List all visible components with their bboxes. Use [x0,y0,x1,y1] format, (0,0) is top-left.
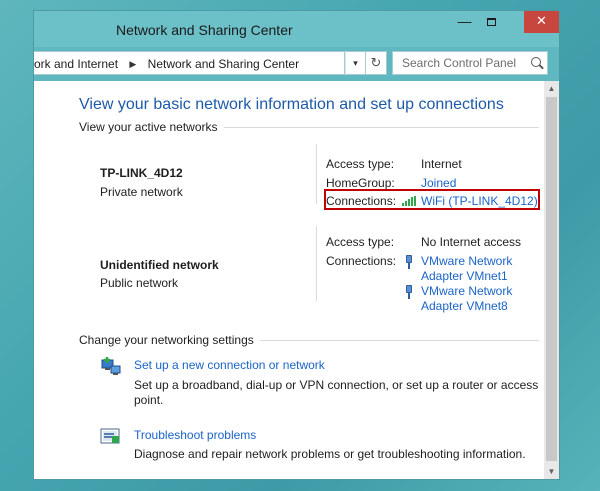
connections-label: Connections: [326,254,397,268]
troubleshoot-icon [100,427,122,447]
ethernet-adapter-icon [405,255,413,269]
refresh-button[interactable]: ↻ [366,51,387,75]
scroll-thumb[interactable] [546,97,557,461]
vertical-scrollbar[interactable]: ▲ ▼ [544,81,559,479]
title-bar[interactable]: Network and Sharing Center — ✕ [34,11,559,47]
breadcrumb-separator-icon[interactable]: ▶ [129,59,136,69]
homegroup-label: HomeGroup: [326,176,395,190]
breadcrumb[interactable]: ork and Internet ▶ Network and Sharing C… [34,51,345,75]
breadcrumb-network-sharing-center[interactable]: Network and Sharing Center [148,57,299,71]
search-input[interactable]: Search Control Panel [392,51,548,75]
ethernet-adapter-icon [405,285,413,299]
breadcrumb-network-internet[interactable]: ork and Internet [34,57,118,71]
network-category-link[interactable]: Public network [100,276,178,290]
access-type-label: Access type: [326,157,395,171]
access-type-value: No Internet access [421,235,522,249]
network-name: Unidentified network [100,258,219,272]
vmnet8-connection-link[interactable]: VMware Network [421,284,512,298]
change-settings-label: Change your networking settings [79,333,260,347]
network-sharing-window: Network and Sharing Center — ✕ ork and I… [33,10,560,480]
vmnet8-connection-link[interactable]: Adapter VMnet8 [421,299,508,313]
window-title: Network and Sharing Center [116,22,293,38]
page-title: View your basic network information and … [79,96,504,113]
vmnet1-connection-link[interactable]: Adapter VMnet1 [421,269,508,283]
close-button[interactable]: ✕ [524,11,559,33]
vmnet1-connection-link[interactable]: VMware Network [421,254,512,268]
maximize-icon [487,18,496,26]
minimize-button[interactable]: — [451,11,478,33]
setup-connection-link[interactable]: Set up a new connection or network [134,358,325,372]
network-name: TP-LINK_4D12 [100,166,183,180]
connection-highlight-box [324,189,540,210]
access-type-label: Access type: [326,235,395,249]
divider [316,226,317,301]
search-placeholder: Search Control Panel [402,56,517,70]
scroll-down-icon[interactable]: ▼ [544,464,559,479]
scroll-up-icon[interactable]: ▲ [544,81,559,96]
access-type-value: Internet [421,157,462,171]
search-icon[interactable] [531,57,541,67]
address-bar: ork and Internet ▶ Network and Sharing C… [34,51,559,77]
network-category-link[interactable]: Private network [100,185,183,199]
maximize-button[interactable] [478,11,505,33]
active-networks-label: View your active networks [79,120,224,134]
divider [316,144,317,204]
new-connection-icon [100,357,122,377]
troubleshoot-link[interactable]: Troubleshoot problems [134,428,256,442]
homegroup-joined-link[interactable]: Joined [421,176,456,190]
troubleshoot-description: Diagnose and repair network problems or … [134,447,526,461]
main-content: View your basic network information and … [34,81,544,479]
setup-connection-description: Set up a broadband, dial-up or VPN conne… [134,378,539,407]
address-dropdown-button[interactable]: ▾ [345,51,366,75]
